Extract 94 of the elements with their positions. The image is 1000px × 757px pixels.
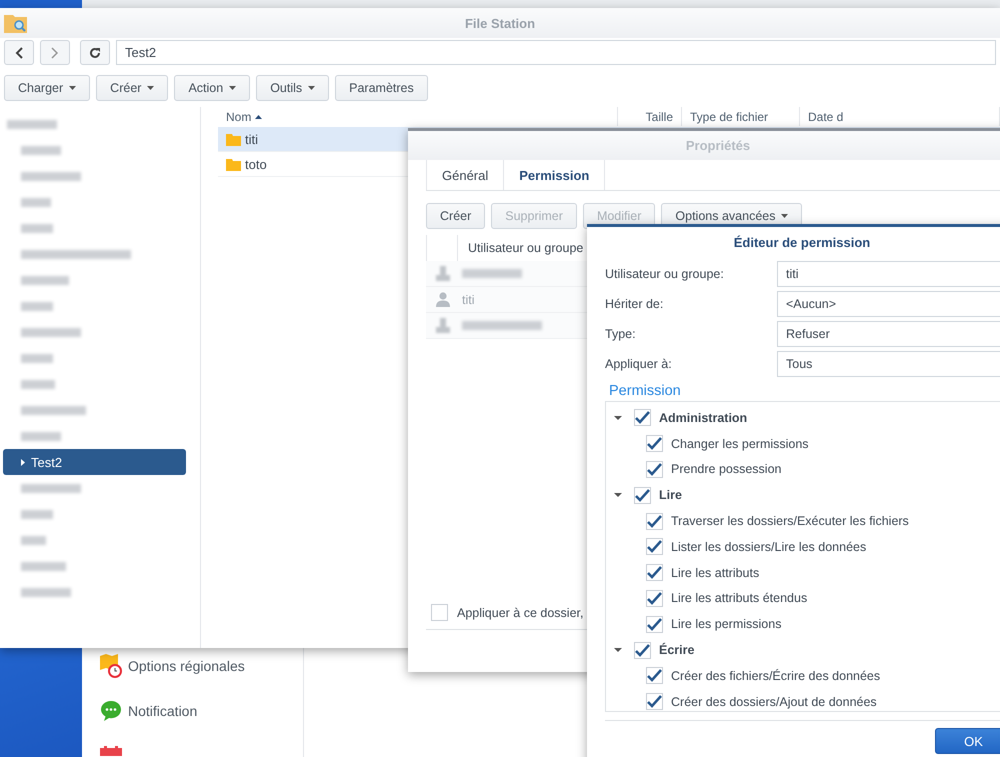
- column-header[interactable]: Date d: [800, 107, 1000, 126]
- permission-group: Administration: [659, 410, 748, 425]
- checkbox-label: Appliquer à ce dossier,: [457, 606, 584, 620]
- checkbox[interactable]: [646, 616, 663, 633]
- blurred-tree-item: [21, 510, 53, 518]
- tab[interactable]: Général: [426, 160, 504, 190]
- permission-item: Créer des fichiers/Écrire des données: [671, 668, 880, 683]
- calendar-icon: [100, 746, 122, 756]
- field-label: Hériter de:: [605, 297, 664, 311]
- field-label: Type:: [605, 327, 637, 341]
- back-button[interactable]: [4, 40, 34, 65]
- blurred-tree-item: [21, 484, 81, 492]
- user-icon: [436, 292, 450, 307]
- permission-item: Créer des dossiers/Ajout de données: [671, 694, 877, 709]
- folder-icon: [226, 132, 241, 146]
- checkbox[interactable]: [646, 667, 663, 684]
- blurred-tree-item: [21, 224, 53, 232]
- checkbox[interactable]: [646, 460, 663, 478]
- blurred-tree-item: [21, 198, 51, 206]
- settings-button[interactable]: Paramètres: [335, 75, 428, 101]
- control-panel-item[interactable]: Notification: [128, 703, 198, 719]
- blurred-tree-item: [21, 406, 86, 414]
- path-field[interactable]: Test2: [116, 40, 996, 65]
- user-name: titi: [462, 292, 474, 306]
- blurred-tree-item: [21, 588, 71, 596]
- permission-item: Lire les attributs étendus: [671, 591, 808, 606]
- input-field[interactable]: <Aucun>: [777, 291, 1000, 317]
- file-name[interactable]: titi: [245, 132, 258, 146]
- field-label: Utilisateur ou groupe:: [605, 267, 725, 281]
- collapse-arrow-icon[interactable]: [614, 646, 622, 654]
- blurred-tree-item: [21, 354, 53, 362]
- dialog-title: Propriétés: [686, 138, 750, 153]
- checkbox[interactable]: [634, 486, 651, 504]
- map-clock-icon: [100, 654, 122, 678]
- permission-item: Lire les permissions: [671, 617, 782, 632]
- blurred-tree-item: [21, 146, 61, 154]
- checkbox[interactable]: [646, 512, 663, 530]
- checkbox[interactable]: [646, 435, 663, 452]
- checkbox[interactable]: [646, 538, 663, 556]
- collapse-arrow-icon[interactable]: [614, 414, 622, 422]
- field-label: Appliquer à:: [605, 357, 673, 371]
- checkbox[interactable]: [634, 409, 651, 426]
- blurred-tree-item: [21, 328, 81, 336]
- column-header[interactable]: Nom: [218, 107, 618, 126]
- blurred-user-icon: [436, 318, 450, 333]
- checkbox[interactable]: [634, 642, 651, 659]
- folder-search-icon: [4, 13, 28, 33]
- blurred-tree-item: [21, 562, 66, 570]
- checkbox[interactable]: [646, 693, 663, 710]
- permission-item: Prendre possession: [671, 462, 782, 476]
- blurred-tree-item: [21, 302, 53, 310]
- expand-arrow-icon[interactable]: [21, 458, 25, 466]
- tab[interactable]: Permission: [503, 160, 606, 190]
- refresh-button[interactable]: [80, 40, 110, 65]
- blurred-tree-item: [21, 276, 69, 284]
- tools-button[interactable]: Outils: [256, 75, 330, 101]
- checkbox[interactable]: [646, 564, 663, 582]
- back-icon: [15, 46, 23, 58]
- upload-button[interactable]: Charger: [4, 75, 90, 101]
- blurred-tree-item: [21, 380, 55, 388]
- forward-icon: [51, 46, 59, 58]
- chat-bubble-icon: [100, 700, 122, 722]
- blurred-tree-item: [7, 120, 57, 128]
- blurred-tree-item: [21, 432, 61, 440]
- folder-icon: [226, 158, 241, 170]
- blurred-user-icon: [436, 266, 450, 281]
- permission-item: Lire les attributs: [671, 566, 760, 580]
- input-field[interactable]: Refuser: [777, 321, 1000, 347]
- tree-item[interactable]: Test2: [3, 449, 186, 475]
- control-panel-item[interactable]: Options régionales: [128, 658, 245, 674]
- refresh-icon: [89, 46, 101, 58]
- dialog-title: Éditeur de permission: [734, 235, 870, 250]
- file-name[interactable]: toto: [245, 156, 267, 172]
- collapse-arrow-icon[interactable]: [614, 491, 622, 500]
- blurred-user-name: [462, 269, 522, 278]
- input-field[interactable]: titi: [777, 261, 1000, 287]
- permission-group: Lire: [659, 488, 682, 502]
- action-button[interactable]: Action: [174, 75, 250, 101]
- input-field[interactable]: Tous: [777, 351, 1000, 377]
- create-button[interactable]: Créer: [96, 75, 168, 101]
- permission-item: Traverser les dossiers/Exécuter les fichiers: [671, 514, 909, 528]
- blurred-tree-item: [21, 536, 46, 544]
- create-button[interactable]: Créer: [426, 203, 486, 229]
- permission-item: Lister les dossiers/Lire les données: [671, 540, 866, 554]
- blurred-tree-item: [21, 172, 81, 180]
- permission-group: Écrire: [659, 643, 694, 658]
- column-header[interactable]: Taille: [618, 107, 682, 126]
- column-header[interactable]: Type de fichier: [682, 107, 800, 126]
- checkbox[interactable]: [646, 590, 663, 607]
- section-heading: Permission: [608, 382, 682, 401]
- window-title: File Station: [464, 16, 536, 30]
- permission-item: Changer les permissions: [671, 436, 809, 451]
- ok-button[interactable]: OK: [935, 728, 1000, 754]
- checkbox[interactable]: [431, 604, 448, 621]
